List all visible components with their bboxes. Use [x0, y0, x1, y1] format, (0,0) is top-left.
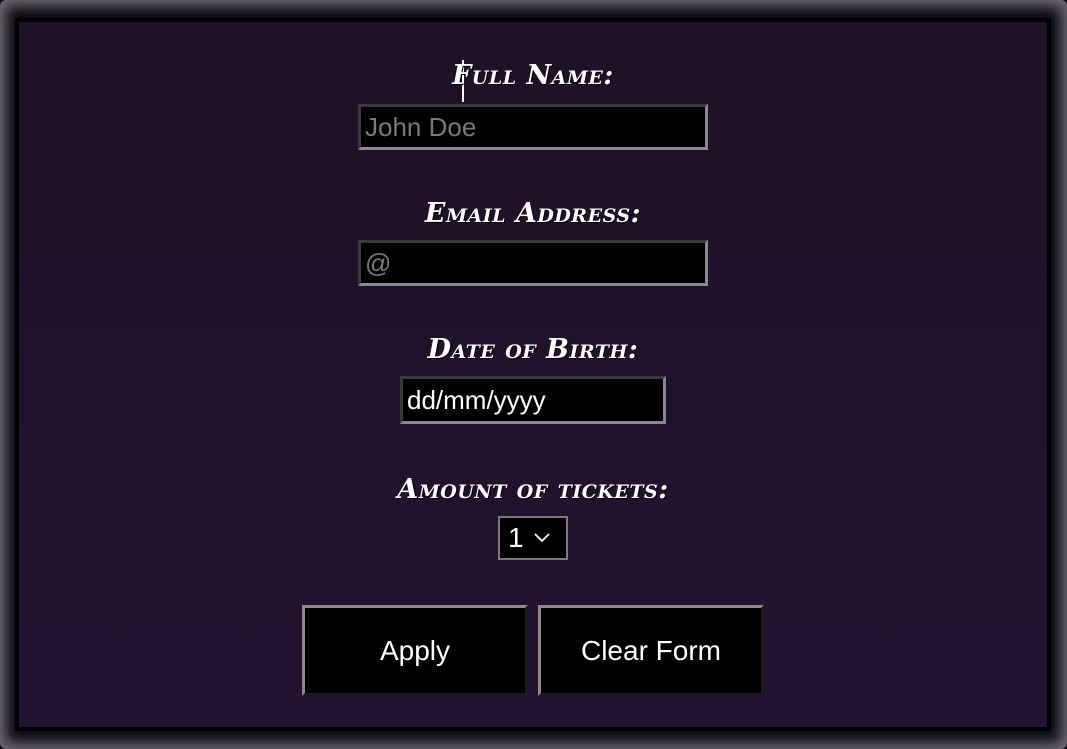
dob-input[interactable]: dd/mm/yyyy [400, 376, 666, 424]
email-field-group: Email Address: [19, 198, 1047, 230]
email-label: Email Address: [424, 198, 642, 229]
dob-field-group: Date of Birth: [19, 334, 1047, 366]
apply-button-label: Apply [379, 634, 451, 666]
window-frame: Full Name: Email Address: Date of Birth:… [0, 0, 1067, 749]
form-panel: Full Name: Email Address: Date of Birth:… [15, 18, 1051, 731]
tickets-label: Amount of tickets: [397, 474, 669, 505]
email-input[interactable] [358, 240, 708, 286]
dob-input-value: dd/mm/yyyy [407, 384, 546, 415]
tickets-selected-value: 1 [508, 522, 524, 553]
dob-label: Date of Birth: [427, 334, 639, 365]
full-name-input[interactable] [358, 104, 708, 150]
full-name-label: Full Name: [452, 60, 614, 91]
clear-form-button[interactable]: Clear Form [538, 605, 764, 696]
tickets-select[interactable]: 1 [498, 516, 568, 560]
tickets-field-group: Amount of tickets: [19, 474, 1047, 506]
apply-button[interactable]: Apply [302, 605, 528, 696]
chevron-down-icon [533, 533, 550, 543]
clear-form-button-label: Clear Form [580, 634, 721, 666]
full-name-field: Full Name: [19, 60, 1047, 92]
